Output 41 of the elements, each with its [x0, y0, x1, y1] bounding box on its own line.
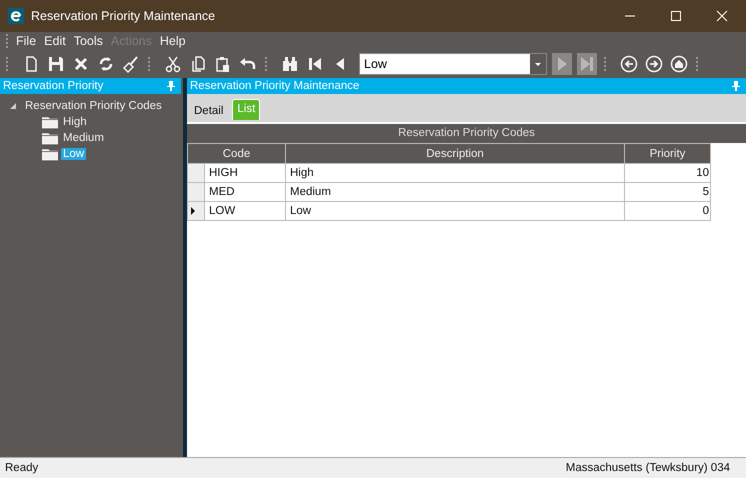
pin-icon[interactable]	[732, 81, 740, 91]
status-text: Ready	[5, 462, 38, 474]
close-icon[interactable]	[716, 10, 728, 22]
record-selector[interactable]: Low	[359, 53, 547, 75]
tree-item[interactable]: Reservation Priority Codes	[23, 100, 164, 112]
menu-item[interactable]: File	[16, 34, 36, 48]
menu-item[interactable]: Edit	[44, 34, 66, 48]
maximize-icon[interactable]	[670, 10, 682, 22]
folder-icon	[40, 146, 60, 162]
table-cell: HIGH	[204, 164, 286, 182]
table-cell: Medium	[286, 182, 624, 202]
expander-icon[interactable]	[9, 102, 17, 110]
menu-item[interactable]: Tools	[74, 34, 103, 48]
table-cell: High	[286, 164, 624, 182]
pin-icon[interactable]	[167, 81, 175, 91]
table-cell: LOW	[204, 202, 286, 220]
folder-icon	[40, 114, 60, 130]
home-icon[interactable]	[669, 54, 689, 74]
menu-item[interactable]: Help	[160, 34, 186, 48]
table-caption: Reservation Priority Codes	[187, 124, 746, 143]
panel-title: Reservation Priority Maintenance	[190, 80, 360, 92]
table-cell: Low	[286, 202, 624, 220]
table-cell: 10	[624, 164, 710, 182]
status-location: Massachusetts (Tewksbury) 034	[566, 462, 730, 474]
window-title: Reservation Priority Maintenance	[31, 9, 216, 23]
app-logo-icon	[8, 8, 24, 24]
binoculars-icon[interactable]	[280, 54, 300, 74]
folder-icon	[40, 130, 60, 146]
table-cell: 0	[624, 202, 710, 220]
scissors-icon[interactable]	[163, 54, 183, 74]
table-cell: 5	[624, 182, 710, 202]
tab[interactable]: Detail	[191, 105, 226, 120]
tree-item[interactable]: Medium	[61, 132, 106, 144]
panel-title: Reservation Priority	[3, 80, 104, 92]
current-row-icon	[191, 207, 195, 215]
column-header[interactable]: Priority	[624, 144, 710, 164]
tree-item[interactable]: High	[61, 116, 89, 128]
row-header[interactable]	[188, 202, 204, 220]
table-cell: MED	[204, 182, 286, 202]
column-header[interactable]: Code	[188, 144, 286, 164]
column-header[interactable]: Description	[286, 144, 624, 164]
